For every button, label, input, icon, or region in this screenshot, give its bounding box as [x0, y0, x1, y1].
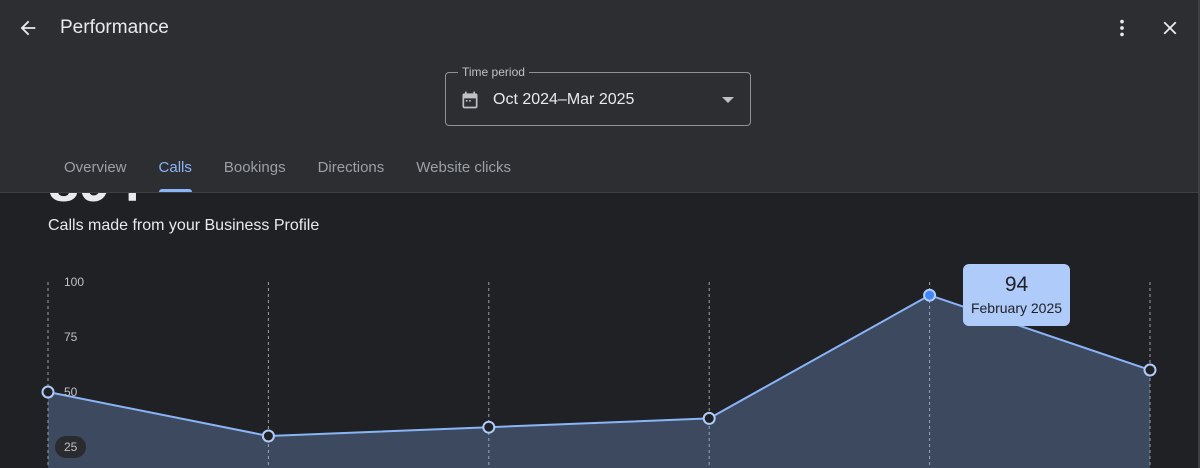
tooltip-label: February 2025: [970, 300, 1063, 316]
close-icon: [1163, 21, 1177, 35]
time-period-value: Oct 2024–Mar 2025: [493, 91, 635, 108]
performance-dialog: 894 Calls made from your Business Profil…: [0, 0, 1200, 468]
tab-bookings[interactable]: Bookings: [208, 150, 302, 192]
tab-website-clicks[interactable]: Website clicks: [400, 150, 527, 192]
data-point: [261, 429, 275, 443]
active-tab-indicator: [158, 189, 192, 192]
data-point: [923, 288, 937, 302]
tab-label: Overview: [64, 159, 127, 176]
arrow-drop-down-icon: [722, 97, 734, 103]
y-tick-label: 25: [64, 440, 78, 454]
data-point: [1143, 363, 1157, 377]
data-point: [702, 411, 716, 425]
tab-label: Website clicks: [416, 159, 512, 176]
close-button[interactable]: [1152, 10, 1188, 46]
data-point: [482, 420, 496, 434]
chart-tooltip: 94 February 2025: [963, 264, 1070, 326]
arrow-left-icon: [20, 20, 36, 36]
tab-calls[interactable]: Calls: [143, 150, 208, 192]
time-period-select[interactable]: Time period Oct 2024–Mar 2025: [445, 65, 751, 126]
more-vert-icon: [1120, 19, 1124, 37]
dialog-header: Performance Time period Oct 2024–Mar 202…: [0, 0, 1198, 193]
time-period-label: Time period: [458, 65, 529, 79]
data-point: [41, 385, 55, 399]
calendar-icon: [462, 91, 478, 109]
tab-label: Bookings: [223, 159, 286, 176]
tab-overview[interactable]: Overview: [48, 150, 143, 192]
tab-label: Calls: [158, 159, 192, 176]
back-button[interactable]: [10, 10, 46, 46]
tab-directions[interactable]: Directions: [302, 150, 401, 192]
tab-bar: Overview Calls Bookings Directions Websi…: [48, 150, 527, 192]
y-tick-label: 50: [64, 385, 78, 399]
page-title: Performance: [60, 17, 169, 38]
more-options-button[interactable]: [1104, 10, 1140, 46]
tab-label: Directions: [317, 159, 385, 176]
y-tick-label: 100: [64, 275, 84, 289]
y-tick-label: 75: [64, 330, 78, 344]
tooltip-value: 94: [1004, 273, 1029, 296]
